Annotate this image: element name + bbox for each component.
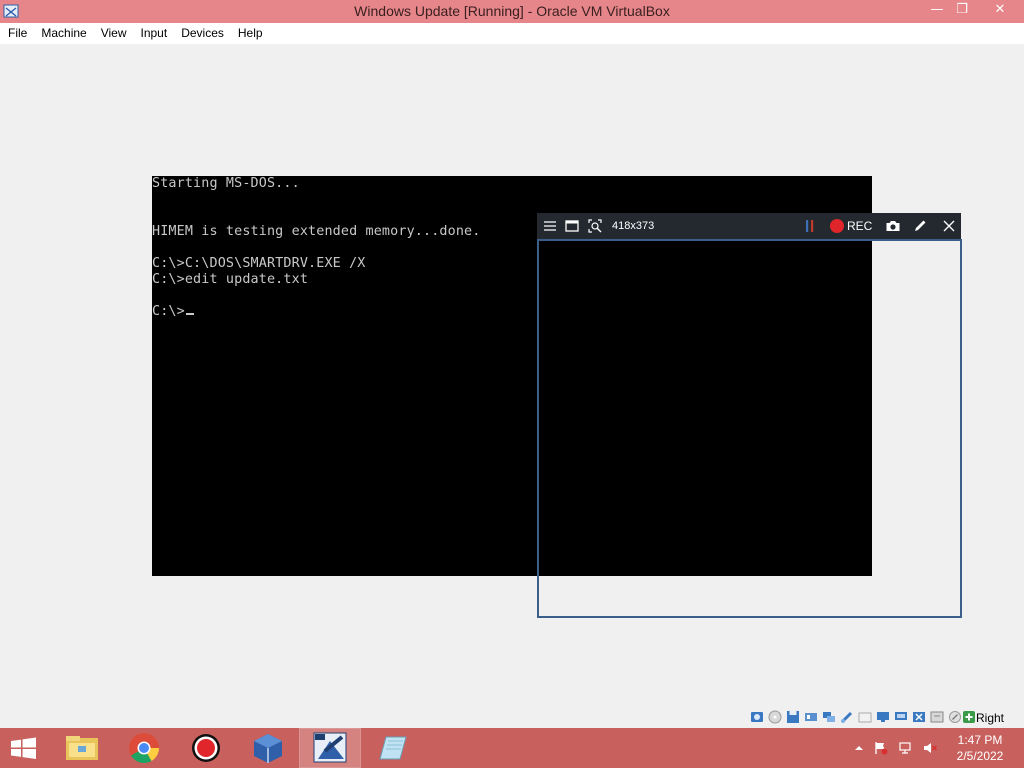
floppy-icon[interactable]: [786, 710, 800, 724]
menu-file[interactable]: File: [0, 23, 34, 44]
network-icon[interactable]: [898, 741, 914, 755]
close-icon[interactable]: [941, 218, 957, 234]
virtualbox-icon[interactable]: [238, 729, 298, 767]
system-clock[interactable]: 1:47 PM 2/5/2022: [948, 732, 1012, 764]
menu-view[interactable]: View: [94, 23, 134, 44]
menu-help[interactable]: Help: [231, 23, 270, 44]
console-prompt: C:\>: [152, 304, 185, 319]
recorder-toolbar: 418x373 REC: [537, 213, 961, 239]
cpu-icon[interactable]: [930, 710, 944, 724]
vm-window-icon[interactable]: [299, 728, 361, 768]
console-line: C:\>C:\DOS\SMARTDRV.EXE /X: [152, 256, 366, 271]
pause-icon[interactable]: [803, 218, 817, 234]
network-icon[interactable]: [822, 710, 836, 724]
menu-bar: File Machine View Input Devices Help: [0, 23, 1024, 44]
restore-button[interactable]: ❐: [947, 0, 977, 20]
record-dot-icon[interactable]: [829, 218, 845, 234]
audio-icon[interactable]: [804, 710, 818, 724]
keyboard-icon[interactable]: [962, 710, 976, 724]
title-bar: Windows Update [Running] - Oracle VM Vir…: [0, 0, 1024, 23]
host-key-label[interactable]: Right Ctrl: [976, 709, 1024, 743]
display-icon[interactable]: [876, 710, 890, 724]
capture-region-frame[interactable]: [537, 239, 962, 618]
camera-icon[interactable]: [885, 218, 901, 234]
action-center-flag-icon[interactable]: [873, 741, 889, 755]
menu-devices[interactable]: Devices: [174, 23, 231, 44]
screen-recorder-icon[interactable]: [176, 729, 236, 767]
file-explorer-icon[interactable]: [52, 729, 112, 767]
clock-time: 1:47 PM: [957, 733, 1003, 747]
console-line: C:\>edit update.txt: [152, 272, 309, 287]
volume-muted-icon[interactable]: [922, 741, 938, 755]
video-capture-icon[interactable]: [894, 710, 908, 724]
show-hidden-icons-chevron[interactable]: [851, 741, 867, 755]
region-zoom-icon[interactable]: [587, 218, 603, 234]
notepad-icon[interactable]: [362, 729, 422, 767]
menu-icon[interactable]: [542, 218, 558, 234]
chrome-icon[interactable]: [114, 729, 174, 767]
pencil-icon[interactable]: [912, 218, 928, 234]
capture-dimensions: 418x373: [612, 220, 655, 232]
console-line: HIMEM is testing extended memory...done.: [152, 224, 481, 239]
console-prompt-line: C:\>: [152, 304, 194, 319]
usb-icon[interactable]: [840, 710, 854, 724]
windows-taskbar: 1:47 PM 2/5/2022: [0, 728, 1024, 768]
text-cursor: [185, 313, 194, 315]
shared-folders-icon[interactable]: [858, 710, 872, 724]
console-line: Starting MS-DOS...: [152, 176, 300, 191]
vm-status-bar: Right Ctrl: [748, 709, 1024, 743]
mouse-integration-icon[interactable]: [948, 710, 962, 724]
window-title: Windows Update [Running] - Oracle VM Vir…: [354, 3, 670, 19]
rec-button-label[interactable]: REC: [847, 213, 872, 239]
close-button[interactable]: ✕: [985, 0, 1015, 20]
menu-input[interactable]: Input: [134, 23, 175, 44]
drag-drop-icon[interactable]: [912, 710, 926, 724]
menu-machine[interactable]: Machine: [34, 23, 93, 44]
clock-date: 2/5/2022: [956, 749, 1004, 763]
hard-disk-icon[interactable]: [750, 710, 764, 724]
windows-start-button[interactable]: [0, 728, 48, 768]
window-icon[interactable]: [564, 218, 580, 234]
optical-drive-icon[interactable]: [768, 710, 782, 724]
